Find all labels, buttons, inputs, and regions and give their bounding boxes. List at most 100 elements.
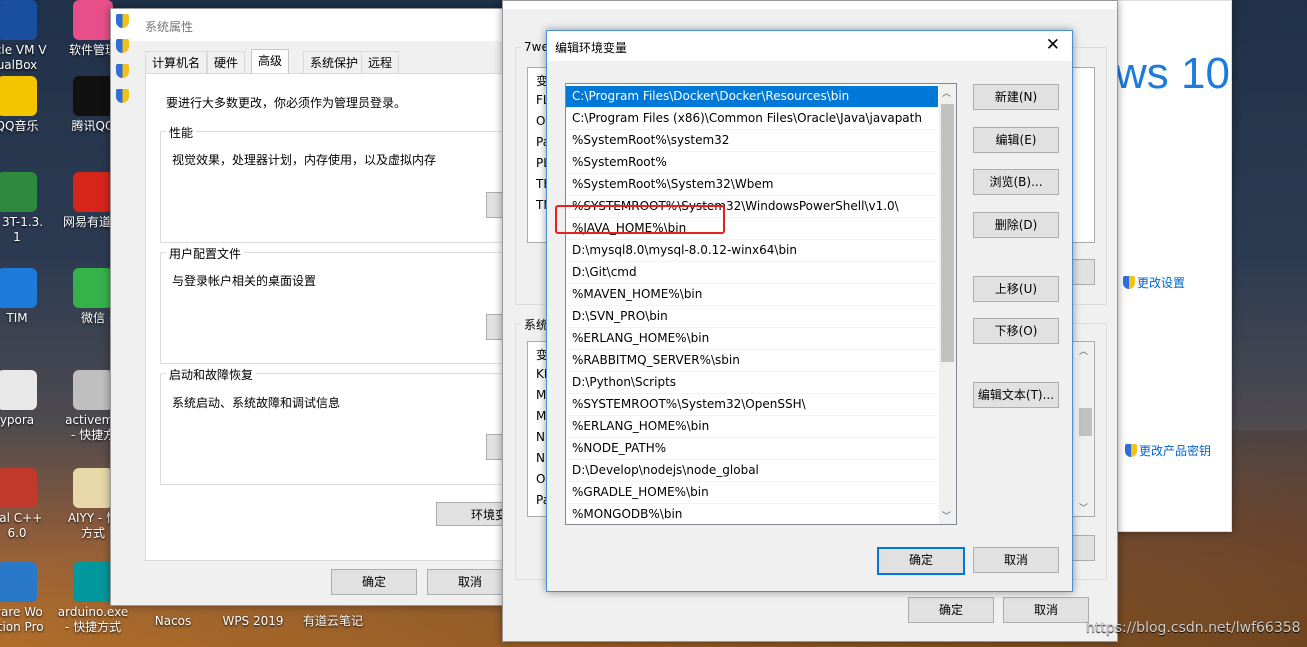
admin-note: 要进行大多数更改，你必须作为管理员登录。 xyxy=(166,96,407,110)
desktop-icon[interactable]: TIM xyxy=(0,268,54,326)
scrollbar[interactable]: ︿ ﹀ xyxy=(1077,342,1094,516)
edit-button[interactable]: 编辑(E) xyxy=(973,127,1059,153)
change-product-key-link[interactable]: 更改产品密钥 xyxy=(1125,442,1211,459)
watermark-text: https://blog.csdn.net/lwf66358 xyxy=(1086,620,1301,636)
desktop-icon[interactable]: ware Wo ation Pro xyxy=(0,562,54,635)
tab-4[interactable]: 远程 xyxy=(361,51,400,74)
change-product-key-label: 更改产品密钥 xyxy=(1139,444,1212,458)
scrollbar-thumb[interactable] xyxy=(941,104,954,362)
desktop-icon-label: 有道云笔记 xyxy=(302,614,363,628)
edit-text-button[interactable]: 编辑文本(T)... xyxy=(973,382,1059,408)
app-icon xyxy=(0,172,37,212)
desktop-icon-label: o 3T-1.3. 1 xyxy=(2,215,44,244)
path-row[interactable]: D:\Python\Scripts xyxy=(566,372,938,394)
move-up-button[interactable]: 上移(U) xyxy=(973,276,1059,302)
shield-icon xyxy=(1123,276,1135,289)
path-row[interactable]: %RABBITMQ_SERVER%\sbin xyxy=(566,350,938,372)
startup-recovery-desc: 系统启动、系统故障和调试信息 xyxy=(172,396,341,410)
shield-icon xyxy=(116,89,129,106)
performance-group xyxy=(160,131,528,243)
path-list[interactable]: C:\Program Files\Docker\Docker\Resources… xyxy=(565,83,957,525)
desktop-icon-label: acle VM V ualBox xyxy=(0,43,47,72)
cancel-button[interactable]: 取消 xyxy=(427,569,513,595)
tab-3[interactable]: 系统保护 xyxy=(303,51,366,74)
app-icon xyxy=(0,370,37,410)
app-icon xyxy=(73,0,113,40)
title-bar xyxy=(503,1,1117,9)
app-icon xyxy=(73,172,113,212)
change-settings-label: 更改设置 xyxy=(1137,276,1186,290)
path-row[interactable]: %GRADLE_HOME%\bin xyxy=(566,482,938,504)
windows-logo-text: ws 10 xyxy=(1115,49,1230,98)
path-row[interactable]: %SystemRoot% xyxy=(566,152,938,174)
close-icon[interactable]: ✕ xyxy=(1046,35,1060,55)
change-settings-link[interactable]: 更改设置 xyxy=(1123,274,1185,291)
title-bar: 系统属性 xyxy=(111,9,526,41)
path-row[interactable]: %JAVA_HOME%\bin xyxy=(566,218,938,240)
chevron-down-icon[interactable]: ﹀ xyxy=(942,509,951,522)
system-variables-delete-button[interactable] xyxy=(1071,535,1095,561)
desktop-icon-label: arduino.exe - 快捷方式 xyxy=(57,605,129,634)
scrollbar[interactable]: ︿ ﹀ xyxy=(939,84,956,524)
path-row[interactable]: %SystemRoot%\system32 xyxy=(566,130,938,152)
desktop-icon-label: ware Wo ation Pro xyxy=(0,605,44,634)
scrollbar-thumb[interactable] xyxy=(1079,408,1092,436)
shield-icon xyxy=(116,14,129,31)
path-row[interactable]: %SYSTEMROOT%\System32\WindowsPowerShell\… xyxy=(566,196,938,218)
move-down-button[interactable]: 下移(O) xyxy=(973,318,1059,344)
chevron-up-icon[interactable]: ︿ xyxy=(942,86,951,99)
desktop-icon[interactable]: ual C++ 6.0 xyxy=(0,468,54,541)
window-title: 系统属性 xyxy=(145,20,194,34)
app-icon xyxy=(0,268,37,308)
path-row[interactable]: D:\mysql8.0\mysql-8.0.12-winx64\bin xyxy=(566,240,938,262)
startup-recovery-group xyxy=(160,373,528,485)
path-row[interactable]: %SystemRoot%\System32\Wbem xyxy=(566,174,938,196)
app-icon xyxy=(73,268,113,308)
app-icon xyxy=(0,562,37,602)
browse-button[interactable]: 浏览(B)... xyxy=(973,169,1059,195)
desktop-icon[interactable]: ypora xyxy=(0,370,54,428)
app-icon xyxy=(73,76,113,116)
shield-icon xyxy=(116,64,129,81)
desktop-icon-wps[interactable]: WPS 2019 xyxy=(216,614,290,629)
tab-area: 计算机名 硬件 高级 系统保护 远程 要进行大多数更改，你必须作为管理员登录。 性能 视… xyxy=(145,49,528,561)
chevron-up-icon[interactable]: ︿ xyxy=(1079,344,1088,357)
path-row[interactable]: C:\Program Files\Docker\Docker\Resources… xyxy=(566,86,938,108)
desktop-icon-youdao-note[interactable]: 有道云笔记 xyxy=(296,614,370,629)
path-row[interactable]: D:\Git\cmd xyxy=(566,262,938,284)
performance-desc: 视觉效果，处理器计划，内存使用，以及虚拟内存 xyxy=(172,153,437,167)
desktop-icon-nacos[interactable]: Nacos xyxy=(136,614,210,629)
path-row[interactable]: %SYSTEMROOT%\System32\OpenSSH\ xyxy=(566,394,938,416)
tab-0[interactable]: 计算机名 xyxy=(145,51,208,74)
desktop-icon-label: ual C++ 6.0 xyxy=(0,511,43,540)
ok-button[interactable]: 确定 xyxy=(877,547,965,575)
tab-1[interactable]: 硬件 xyxy=(207,51,246,74)
cancel-button[interactable]: 取消 xyxy=(1003,597,1089,623)
path-row[interactable]: C:\Program Files (x86)\Common Files\Orac… xyxy=(566,108,938,130)
path-row[interactable]: %NODE_PATH% xyxy=(566,438,938,460)
chevron-down-icon[interactable]: ﹀ xyxy=(1079,501,1088,514)
new-button[interactable]: 新建(N) xyxy=(973,84,1059,110)
path-row[interactable]: D:\Develop\nodejs\node_global xyxy=(566,460,938,482)
app-icon xyxy=(73,562,113,602)
startup-recovery-label: 启动和故障恢复 xyxy=(166,366,257,383)
path-row[interactable]: %MAVEN_HOME%\bin xyxy=(566,284,938,306)
edit-environment-variable-dialog: 编辑环境变量 ✕ C:\Program Files\Docker\Docker\… xyxy=(546,30,1073,592)
path-row[interactable]: %ERLANG_HOME%\bin xyxy=(566,328,938,350)
desktop-icon[interactable]: QQ音乐 xyxy=(0,76,54,134)
ok-button[interactable]: 确定 xyxy=(331,569,417,595)
path-row[interactable]: D:\SVN_PRO\bin xyxy=(566,306,938,328)
system-properties-window: 系统属性 计算机名 硬件 高级 系统保护 远程 要进行大多数更改，你必须作为管理员登录。… xyxy=(110,8,528,606)
tab-2[interactable]: 高级 xyxy=(251,49,290,74)
path-row[interactable]: %MONGODB%\bin xyxy=(566,504,938,524)
user-profiles-label: 用户配置文件 xyxy=(166,245,245,262)
app-icon xyxy=(73,468,113,508)
path-row[interactable]: %ERLANG_HOME%\bin xyxy=(566,416,938,438)
desktop-icon[interactable]: o 3T-1.3. 1 xyxy=(0,172,54,245)
ok-button[interactable]: 确定 xyxy=(908,597,994,623)
delete-button[interactable]: 删除(D) xyxy=(973,212,1059,238)
user-profiles-group xyxy=(160,252,528,364)
user-variables-delete-button[interactable] xyxy=(1071,259,1095,285)
desktop-icon[interactable]: acle VM V ualBox xyxy=(0,0,54,73)
cancel-button[interactable]: 取消 xyxy=(973,547,1059,573)
